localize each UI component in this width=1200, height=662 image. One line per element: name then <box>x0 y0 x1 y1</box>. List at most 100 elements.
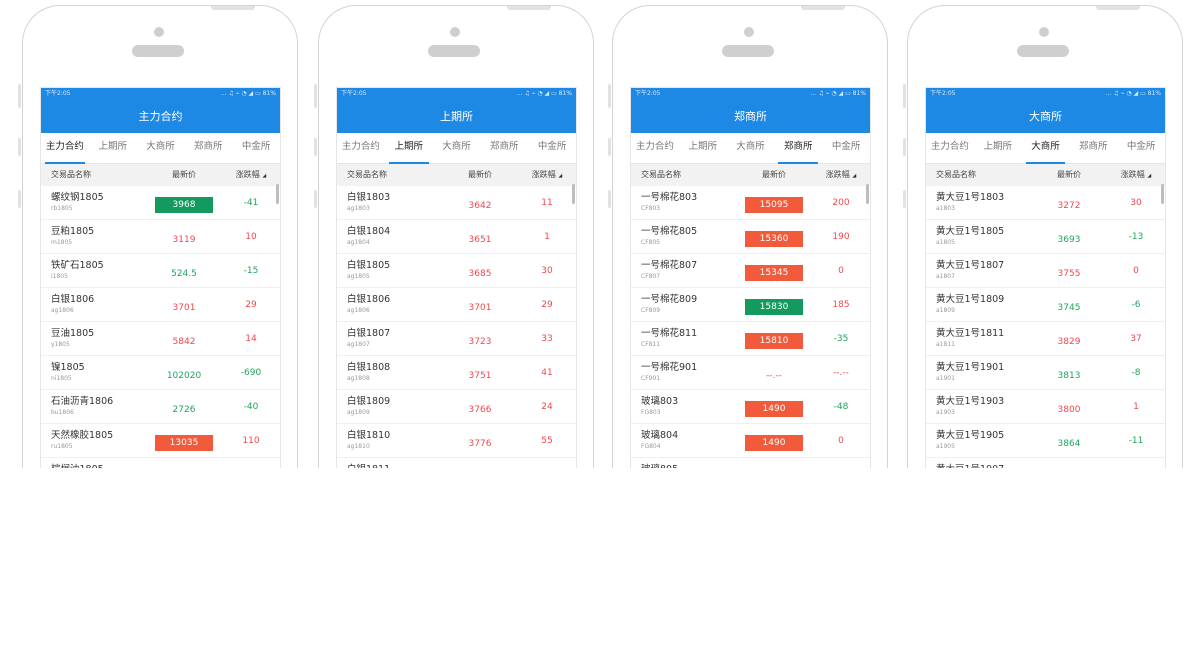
tab-0[interactable]: 主力合约 <box>926 133 974 163</box>
header-change[interactable]: 涨跌幅 ◢ <box>222 164 280 186</box>
table-row[interactable]: 黄大豆1号1807 a1807 3755 0 <box>926 254 1165 288</box>
table-row[interactable]: 黄大豆1号1901 a1901 3813 -8 <box>926 356 1165 390</box>
phone-speaker <box>132 45 184 57</box>
header-price[interactable]: 最新价 <box>1031 164 1107 186</box>
table-row[interactable]: 白银1808 ag1808 3751 41 <box>337 356 576 390</box>
tab-4[interactable]: 中金所 <box>232 133 280 163</box>
header-price[interactable]: 最新价 <box>736 164 812 186</box>
sort-icon: ◢ <box>558 173 563 179</box>
table-row[interactable]: 白银1803 ag1803 3642 11 <box>337 186 576 220</box>
change-value: 41 <box>541 367 553 378</box>
contract-name: 黄大豆1号1805 <box>936 225 1005 237</box>
table-row[interactable]: 一号棉花901 CF901 --.-- --.-- <box>631 356 870 390</box>
header-price[interactable]: 最新价 <box>442 164 518 186</box>
table-row[interactable]: 石油沥青1806 bu1806 2726 -40 <box>41 390 280 424</box>
table-row[interactable]: 黄大豆1号1907a1907--.----.-- <box>926 458 1165 468</box>
table-row[interactable]: 黄大豆1号1809 a1809 3745 -6 <box>926 288 1165 322</box>
phone-side-button <box>18 138 21 156</box>
scrollbar[interactable] <box>1161 184 1164 204</box>
table-row[interactable]: 白银1806 ag1806 3701 29 <box>41 288 280 322</box>
tab-0[interactable]: 主力合约 <box>41 133 89 164</box>
phone-side-button <box>314 84 317 108</box>
contract-name: 豆油1805 <box>51 327 95 339</box>
app-screen: 下午2:05… ♫ ⌁ ◔ ◢ ▭ 81% 大商所 主力合约 上期所 大商所 郑商所 中金所… <box>925 87 1166 468</box>
contract-name: 铁矿石1805 <box>51 259 104 271</box>
price-badge: 15095 <box>745 197 803 213</box>
table-row[interactable]: 黄大豆1号1805 a1805 3693 -13 <box>926 220 1165 254</box>
contract-name: 石油沥青1806 <box>51 395 114 407</box>
scrollbar[interactable] <box>572 184 575 204</box>
tab-4[interactable]: 中金所 <box>528 133 576 163</box>
change-value: -8 <box>1131 367 1141 378</box>
table-row[interactable]: 白银1807 ag1807 3723 33 <box>337 322 576 356</box>
change-value: -6 <box>1131 299 1141 310</box>
price-badge: 15345 <box>745 265 803 281</box>
table-row[interactable]: 白银1809 ag1809 3766 24 <box>337 390 576 424</box>
tab-0[interactable]: 主力合约 <box>337 133 385 163</box>
table-row[interactable]: 一号棉花803 CF803 15095 200 <box>631 186 870 220</box>
tab-0[interactable]: 主力合约 <box>631 133 679 163</box>
contract-code: CF807 <box>641 272 661 280</box>
tab-1[interactable]: 上期所 <box>89 133 137 163</box>
tab-2[interactable]: 大商所 <box>433 133 481 163</box>
table-row[interactable]: 白银1804 ag1804 3651 1 <box>337 220 576 254</box>
table-row[interactable]: 天然橡胶1805 ru1805 13035 110 <box>41 424 280 458</box>
table-row[interactable]: 玻璃804 FG804 1490 0 <box>631 424 870 458</box>
tab-2[interactable]: 大商所 <box>137 133 185 163</box>
change-value: -15 <box>243 265 259 276</box>
table-row[interactable]: 豆粕1805 m1805 3119 10 <box>41 220 280 254</box>
tab-3[interactable]: 郑商所 <box>184 133 232 163</box>
contract-code: ni1805 <box>51 374 72 382</box>
scrollbar[interactable] <box>276 184 279 204</box>
table-row[interactable]: 黄大豆1号1903 a1903 3800 1 <box>926 390 1165 424</box>
table-row[interactable]: 白银1811ag181137900 <box>337 458 576 468</box>
table-row[interactable]: 豆油1805 y1805 5842 14 <box>41 322 280 356</box>
table-row[interactable]: 铁矿石1805 i1805 524.5 -15 <box>41 254 280 288</box>
tab-1[interactable]: 上期所 <box>679 133 727 163</box>
contract-code: a1807 <box>936 272 955 280</box>
header-price[interactable]: 最新价 <box>146 164 222 186</box>
tab-1[interactable]: 上期所 <box>974 133 1022 163</box>
tab-4[interactable]: 中金所 <box>822 133 870 163</box>
table-row[interactable]: 白银1810 ag1810 3776 55 <box>337 424 576 458</box>
table-row[interactable]: 白银1806 ag1806 3701 29 <box>337 288 576 322</box>
change-value: 11 <box>541 197 553 208</box>
table-row[interactable]: 黄大豆1号1811 a1811 3829 37 <box>926 322 1165 356</box>
tab-2[interactable]: 大商所 <box>1022 133 1070 164</box>
change-value: -690 <box>240 367 262 378</box>
table-row[interactable]: 黄大豆1号1905 a1905 3864 -11 <box>926 424 1165 458</box>
tab-1[interactable]: 上期所 <box>385 133 433 164</box>
tab-3[interactable]: 郑商所 <box>480 133 528 163</box>
tab-2[interactable]: 大商所 <box>727 133 775 163</box>
table-row[interactable]: 玻璃805FG8051485-10 <box>631 458 870 468</box>
contract-code: a1805 <box>936 238 955 246</box>
table-row[interactable]: 一号棉花811 CF811 15810 -35 <box>631 322 870 356</box>
header-change[interactable]: 涨跌幅 ◢ <box>518 164 576 186</box>
contract-name: 玻璃803 <box>641 395 679 407</box>
table-row[interactable]: 棕榈油1805p18055236-54 <box>41 458 280 468</box>
table-row[interactable]: 黄大豆1号1803 a1803 3272 30 <box>926 186 1165 220</box>
table-row[interactable]: 镍1805 ni1805 102020 -690 <box>41 356 280 390</box>
header-change[interactable]: 涨跌幅 ◢ <box>1107 164 1165 186</box>
table-row[interactable]: 玻璃803 FG803 1490 -48 <box>631 390 870 424</box>
tab-3[interactable]: 郑商所 <box>1069 133 1117 163</box>
tab-3[interactable]: 郑商所 <box>774 133 822 164</box>
contract-name: 一号棉花811 <box>641 327 698 339</box>
phone-side-button <box>903 84 906 108</box>
contract-code: CF805 <box>641 238 661 246</box>
contract-code: a1803 <box>936 204 955 212</box>
contract-name: 黄大豆1号1809 <box>936 293 1005 305</box>
table-row[interactable]: 一号棉花805 CF805 15360 190 <box>631 220 870 254</box>
contract-code: ag1808 <box>347 374 370 382</box>
phone-camera <box>450 27 460 37</box>
contract-name: 玻璃805 <box>641 464 736 468</box>
header-name: 交易品名称 <box>936 170 976 179</box>
table-row[interactable]: 一号棉花809 CF809 15830 185 <box>631 288 870 322</box>
table-row[interactable]: 白银1805 ag1805 3685 30 <box>337 254 576 288</box>
phone-side-button <box>608 138 611 156</box>
table-row[interactable]: 螺纹钢1805 rb1805 3968 -41 <box>41 186 280 220</box>
scrollbar[interactable] <box>866 184 869 204</box>
tab-4[interactable]: 中金所 <box>1117 133 1165 163</box>
table-row[interactable]: 一号棉花807 CF807 15345 0 <box>631 254 870 288</box>
header-change[interactable]: 涨跌幅 ◢ <box>812 164 870 186</box>
